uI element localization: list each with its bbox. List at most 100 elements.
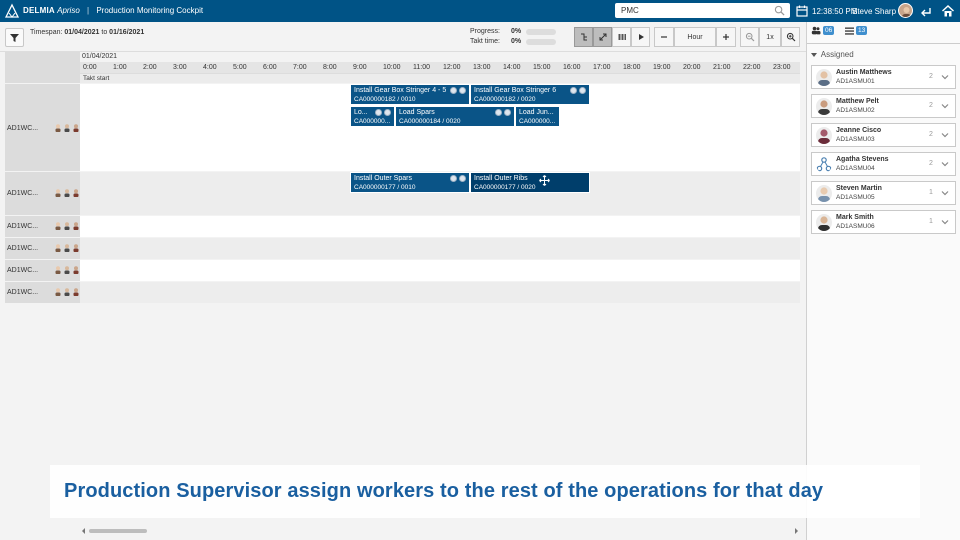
worker-mini-icon: [73, 266, 79, 274]
tab-workers[interactable]: 06: [811, 26, 835, 35]
zoom-out-button[interactable]: [740, 27, 759, 47]
worker-name: Austin Matthews: [836, 69, 892, 76]
resource-worker-icons: [55, 288, 79, 296]
hour-scale: 0:00 1:00 2:00 3:00 4:00 5:00 6:00 7:00 8:00 9:00…: [80, 62, 800, 73]
worker-avatar: [816, 214, 832, 231]
brand-name: DELMIA: [23, 6, 55, 15]
resource-row-label[interactable]: AD1WC...: [5, 282, 80, 304]
worker-card[interactable]: Agatha Stevens AD1ASMU04 2: [811, 152, 956, 176]
resource-row-label[interactable]: AD1WC...: [5, 172, 80, 216]
operation-bar[interactable]: Install Outer Spars CA000000177 / 0010: [350, 172, 470, 193]
worker-card[interactable]: Austin Matthews AD1ASMU01 2: [811, 65, 956, 89]
chevron-down-icon[interactable]: [941, 218, 949, 226]
chevron-down-icon[interactable]: [941, 189, 949, 197]
zoom-factor[interactable]: 1x: [759, 27, 781, 47]
user-name[interactable]: Steve Sharp: [852, 7, 896, 16]
chevron-down-icon[interactable]: [941, 102, 949, 110]
worker-name: Jeanne Cisco: [836, 127, 882, 134]
progress-bar: [526, 29, 556, 35]
resource-worker-icons: [55, 266, 79, 274]
operation-bar[interactable]: Install Gear Box Stringer 4 - 5 CA000000…: [350, 84, 470, 105]
worker-card[interactable]: Steven Martin AD1ASMU05 1: [811, 181, 956, 205]
operation-bar[interactable]: Load Jun... CA000000...: [515, 106, 560, 127]
timespan: Timespan: 01/04/2021 to 01/16/2021: [30, 29, 144, 36]
link-view-button[interactable]: [574, 27, 593, 47]
panel-tabs: 06 13: [807, 22, 960, 44]
hour-tick-label: 0:00: [83, 64, 97, 71]
workers-panel: 06 13 Assigned Austin Matthews AD1ASMU01 2…: [806, 22, 960, 540]
operation-name: Load Jun...: [519, 109, 554, 116]
scrollbar-thumb[interactable]: [89, 529, 147, 533]
hour-tick-label: 15:00: [533, 64, 551, 71]
operation-bar[interactable]: Install Outer Ribs CA000000177 / 0020: [470, 172, 590, 193]
worker-avatar-icon: [570, 87, 577, 94]
worker-card[interactable]: Jeanne Cisco AD1ASMU03 2: [811, 123, 956, 147]
hour-tick-label: 21:00: [713, 64, 731, 71]
resource-name: AD1WC...: [7, 223, 39, 230]
worker-avatar-icon: [459, 175, 466, 182]
zoom-in-button[interactable]: [781, 27, 800, 47]
tab-operations[interactable]: 13: [845, 26, 868, 35]
hour-tick-label: 18:00: [623, 64, 641, 71]
scroll-left-icon[interactable]: [82, 528, 85, 534]
hour-tick-label: 1:00: [113, 64, 127, 71]
worker-card[interactable]: Mark Smith AD1ASMU06 1: [811, 210, 956, 234]
columns-view-button[interactable]: [612, 27, 631, 47]
play-button[interactable]: [631, 27, 650, 47]
hour-tick-label: 12:00: [443, 64, 461, 71]
worker-assignment-count: 2: [929, 131, 933, 138]
resource-row-label[interactable]: AD1WC...: [5, 84, 80, 172]
timespan-to: 01/16/2021: [109, 29, 145, 36]
search-input[interactable]: PMC: [615, 3, 790, 18]
people-icon: [811, 26, 821, 35]
assigned-section-header[interactable]: Assigned: [811, 50, 854, 59]
worker-avatar-icon: [504, 109, 511, 116]
worker-card[interactable]: Matthew Pelt AD1ASMU02 2: [811, 94, 956, 118]
operation-bar[interactable]: Load Spars CA000000184 / 0020: [395, 106, 515, 127]
worker-avatar: [816, 156, 832, 173]
operation-bar[interactable]: Install Gear Box Stringer 6 CA000000182 …: [470, 84, 590, 105]
takt-start-label: Takt start: [83, 75, 110, 82]
zoom-unit[interactable]: Hour: [674, 27, 716, 47]
resource-row-label[interactable]: AD1WC...: [5, 260, 80, 282]
home-icon[interactable]: [941, 4, 955, 18]
worker-avatar: [816, 127, 832, 144]
resource-row-label[interactable]: AD1WC...: [5, 238, 80, 260]
play-icon: [638, 34, 644, 40]
takt-row: Takt start: [80, 73, 800, 83]
back-icon[interactable]: [919, 4, 933, 18]
resource-name: AD1WC...: [7, 245, 39, 252]
expand-view-button[interactable]: [593, 27, 612, 47]
resource-name: AD1WC...: [7, 125, 39, 132]
search-icon[interactable]: [774, 5, 785, 16]
resource-row-label[interactable]: AD1WC...: [5, 216, 80, 238]
worker-avatar: [816, 98, 832, 115]
resource-worker-icons: [55, 124, 79, 132]
chevron-down-icon[interactable]: [941, 131, 949, 139]
worker-assignment-count: 2: [929, 73, 933, 80]
search-value: PMC: [621, 6, 639, 15]
hour-tick-label: 6:00: [263, 64, 277, 71]
worker-id: AD1ASMU01: [836, 78, 875, 85]
filter-button[interactable]: [5, 28, 24, 47]
operation-code: CA000000182 / 0020: [474, 96, 536, 103]
chevron-down-icon[interactable]: [941, 73, 949, 81]
user-avatar[interactable]: [898, 3, 913, 18]
worker-mini-icon: [55, 288, 61, 296]
resource-worker-icons: [55, 189, 79, 197]
worker-mini-icon: [64, 189, 70, 197]
calendar-icon[interactable]: [795, 4, 809, 18]
chevron-down-icon[interactable]: [941, 160, 949, 168]
hour-tick-label: 9:00: [353, 64, 367, 71]
operation-bar[interactable]: Lo... CA000000...: [350, 106, 395, 127]
zoom-in-time-button[interactable]: [716, 27, 736, 47]
hour-tick-label: 7:00: [293, 64, 307, 71]
scroll-right-icon[interactable]: [795, 528, 798, 534]
zoom-out-time-button[interactable]: [654, 27, 674, 47]
horizontal-scrollbar[interactable]: [80, 526, 800, 535]
resource-worker-icons: [55, 222, 79, 230]
hour-tick-label: 23:00: [773, 64, 791, 71]
resource-name: AD1WC...: [7, 289, 39, 296]
hierarchy-icon: [580, 33, 587, 41]
worker-mini-icon: [73, 222, 79, 230]
